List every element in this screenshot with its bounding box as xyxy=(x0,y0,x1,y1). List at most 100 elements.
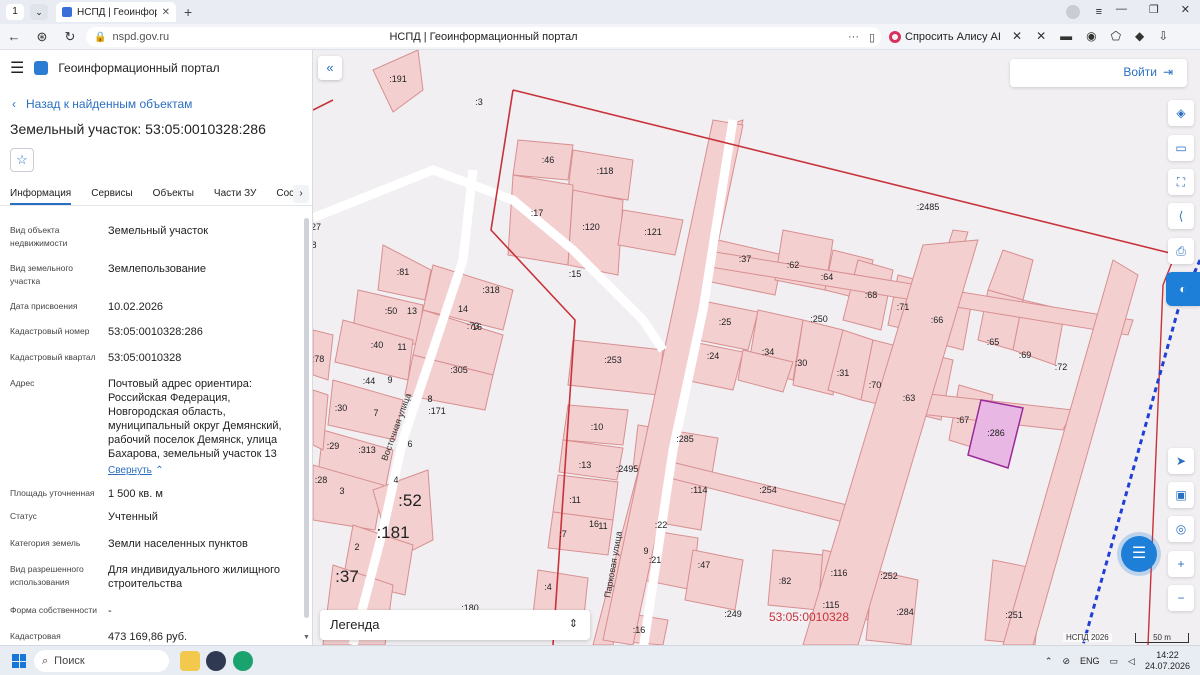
yandex-browser-icon[interactable] xyxy=(206,651,226,671)
favorite-star-icon[interactable]: ☆ xyxy=(10,148,34,172)
property-key: Адрес xyxy=(10,378,35,388)
shield-icon[interactable]: ⊛ xyxy=(28,29,56,45)
page-title: НСПД | Геоинформационный портал xyxy=(389,31,578,43)
layers-icon[interactable]: ◈ xyxy=(1168,100,1194,126)
collapse-link[interactable]: Свернуть xyxy=(108,465,152,476)
property-key: Статус xyxy=(10,511,37,521)
volume-icon[interactable]: ◁ xyxy=(1128,656,1135,667)
plot-label: :10 xyxy=(591,422,604,432)
big-plot-label: :181 xyxy=(376,523,409,542)
plot-label: :2495 xyxy=(616,464,639,474)
new-tab-icon[interactable]: + xyxy=(184,4,192,20)
zoom-out-icon[interactable]: − xyxy=(1168,585,1194,611)
plot-label: :69 xyxy=(1019,350,1032,360)
more-dots-icon[interactable]: ··· xyxy=(848,31,859,43)
house-number: 16 xyxy=(589,519,599,529)
plot-label: :254 xyxy=(759,485,777,495)
parcel[interactable] xyxy=(767,549,824,611)
maximize-icon[interactable]: ❐ xyxy=(1149,3,1159,16)
zoom-in-icon[interactable]: + xyxy=(1168,551,1194,577)
house-number: 8 xyxy=(313,240,317,250)
tray-chevron-icon[interactable]: ⌃ xyxy=(1045,656,1053,667)
extension-icon[interactable]: ◆ xyxy=(1135,29,1144,43)
property-value: Земельный участок xyxy=(108,225,209,237)
tab-list-chevron-icon[interactable]: ⌄ xyxy=(30,4,48,20)
clock[interactable]: 14:22 24.07.2026 xyxy=(1145,650,1190,672)
plot-label: :40 xyxy=(371,340,384,350)
tab-services[interactable]: Сервисы xyxy=(91,182,132,205)
geolocation-icon[interactable]: ➤ xyxy=(1168,448,1194,474)
extension-icon[interactable]: ✕ xyxy=(1012,29,1022,43)
basemap-icon[interactable]: ▣ xyxy=(1168,482,1194,508)
house-number: 27 xyxy=(313,222,321,232)
plot-label: :15 xyxy=(569,269,582,279)
parcel[interactable] xyxy=(567,339,664,396)
browser-menu-icon[interactable]: ≡ xyxy=(1096,6,1102,18)
plot-label: :28 xyxy=(315,475,328,485)
location-pin-icon[interactable]: ◎ xyxy=(1168,516,1194,542)
edge-icon[interactable] xyxy=(233,651,253,671)
login-box: Войти ⇥ xyxy=(1010,59,1187,87)
back-to-results-link[interactable]: ‹ Назад к найденным объектам xyxy=(12,97,192,111)
panel-scrollbar[interactable] xyxy=(304,218,309,618)
select-area-icon[interactable]: ⛶ xyxy=(1168,169,1194,195)
display-icon[interactable]: ▭ xyxy=(1110,656,1119,667)
parcel[interactable] xyxy=(567,189,624,276)
extension-icon[interactable]: ▬ xyxy=(1060,29,1072,43)
extension-icon[interactable]: ◉ xyxy=(1086,29,1096,43)
login-button[interactable]: Войти ⇥ xyxy=(1123,65,1173,79)
windows-taskbar: ⌕ Поиск ⌃ ⊘ ENG ▭ ◁ 14:22 24.07.2026 xyxy=(0,645,1200,675)
plot-label: :4 xyxy=(544,582,552,592)
property-key: Вид разрешенного использования xyxy=(10,564,84,587)
plot-label: :313 xyxy=(358,445,376,455)
plot-label: :3 xyxy=(475,97,483,107)
property-value: Землепользование xyxy=(108,263,207,275)
close-tab-icon[interactable]: ✕ xyxy=(162,7,170,18)
collapse-row: Свернуть ⌃ xyxy=(108,462,312,476)
share-icon[interactable]: ⟨ xyxy=(1168,203,1194,229)
parcel[interactable] xyxy=(547,511,614,556)
legend-dropdown[interactable]: Легенда ⇕ xyxy=(320,610,590,640)
extension-icon[interactable]: ✕ xyxy=(1036,29,1046,43)
map-canvas[interactable]: :191:3:46:118:17:120:121:15:2485:37:62:6… xyxy=(313,50,1200,645)
file-explorer-icon[interactable] xyxy=(180,651,200,671)
tab-parts[interactable]: Части ЗУ xyxy=(214,182,256,205)
plot-label: :305 xyxy=(450,365,468,375)
alice-button[interactable]: Спросить Алису AI xyxy=(889,28,1001,46)
scroll-down-icon[interactable]: ▼ xyxy=(303,634,310,641)
network-icon[interactable]: ⊘ xyxy=(1062,656,1070,667)
tab-information[interactable]: Информация xyxy=(10,182,72,205)
minimize-icon[interactable]: — xyxy=(1116,3,1127,16)
browser-tab[interactable]: НСПД | Геоинформационный п ✕ xyxy=(56,2,176,22)
bookmark-icon[interactable]: ▯ xyxy=(869,31,875,44)
tab-title: НСПД | Геоинформационный п xyxy=(77,6,157,18)
house-number: 3 xyxy=(339,486,344,496)
chat-icon[interactable]: ☰ xyxy=(1121,536,1157,572)
taskbar-search[interactable]: ⌕ Поиск xyxy=(34,650,169,672)
download-icon[interactable]: ⇩ xyxy=(1158,29,1168,43)
tab-objects[interactable]: Объекты xyxy=(153,182,194,205)
tab-count[interactable]: 1 xyxy=(6,4,24,20)
property-key: Дата присвоения xyxy=(10,301,78,311)
windows-start-icon[interactable] xyxy=(12,654,26,668)
close-window-icon[interactable]: ✕ xyxy=(1181,3,1190,16)
tabs-more-chevron-icon[interactable]: › xyxy=(293,185,309,203)
cadastral-map[interactable]: :191:3:46:118:17:120:121:15:2485:37:62:6… xyxy=(313,50,1200,645)
address-bar[interactable]: 🔒 nspd.gov.ru НСПД | Геоинформационный п… xyxy=(86,27,881,47)
ruler-icon[interactable]: ▭ xyxy=(1168,135,1194,161)
extension-icon[interactable]: ⬠ xyxy=(1111,29,1121,43)
property-key: Категория земель xyxy=(10,538,81,548)
chevron-up-icon[interactable]: ⌃ xyxy=(155,465,163,476)
plot-label: :25 xyxy=(719,317,732,327)
menu-icon[interactable]: ☰ xyxy=(10,58,24,78)
property-value: Земли населенных пунктов xyxy=(108,538,248,550)
property-value: 1 500 кв. м xyxy=(108,488,163,500)
map-mode-icon[interactable]: ◐ xyxy=(1166,272,1200,306)
print-icon[interactable]: ⎙ xyxy=(1168,238,1194,264)
parcel[interactable] xyxy=(684,549,744,611)
reload-icon[interactable]: ↻ xyxy=(56,29,84,45)
language-indicator[interactable]: ENG xyxy=(1080,656,1100,666)
back-arrow-icon[interactable]: ← xyxy=(0,29,28,44)
profile-icon[interactable] xyxy=(1066,5,1080,19)
collapse-panel-icon[interactable]: « xyxy=(318,56,342,80)
